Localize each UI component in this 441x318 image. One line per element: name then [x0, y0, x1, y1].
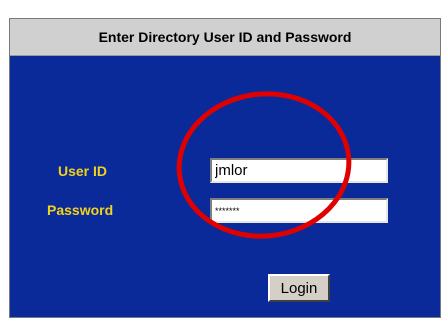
- screenshot-frame: Enter Directory User ID and Password Use…: [0, 0, 441, 318]
- password-input[interactable]: [210, 198, 388, 223]
- dialog-title: Enter Directory User ID and Password: [98, 29, 352, 45]
- user-id-input[interactable]: [210, 158, 388, 183]
- login-panel: User ID Password Login: [10, 56, 440, 317]
- login-dialog: Enter Directory User ID and Password Use…: [9, 18, 441, 318]
- dialog-title-bar: Enter Directory User ID and Password: [10, 19, 440, 56]
- user-id-label: User ID: [58, 163, 108, 179]
- login-button[interactable]: Login: [268, 274, 330, 302]
- password-label: Password: [47, 202, 114, 218]
